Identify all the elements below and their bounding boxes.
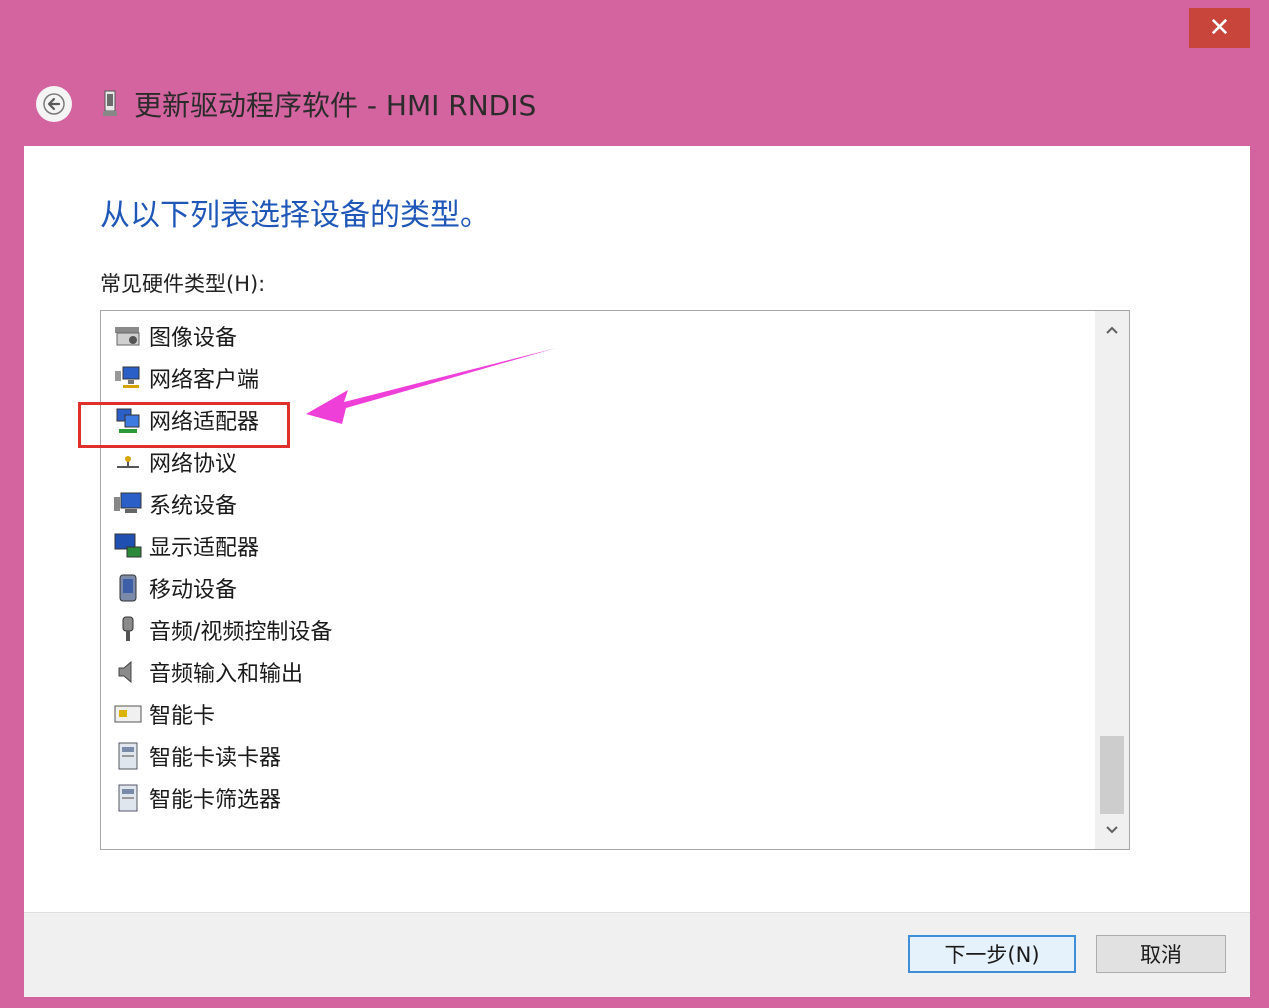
dialog-window: ✕ 更新驱动程序软件 - HMI RNDIS 从以下列表选择设备的类型。 常见硬…	[0, 0, 1269, 1008]
list-item-label: 音频/视频控制设备	[149, 620, 333, 645]
imaging-device-icon	[115, 327, 140, 346]
hardware-type-listbox[interactable]: 图像设备 网络客户端 网络适配器 网络协议 系统设备 显示适配器 移动设备 音频…	[100, 310, 1130, 850]
smart-card-reader-icon	[118, 742, 138, 770]
instruction-heading: 从以下列表选择设备的类型。	[100, 198, 490, 233]
system-device-icon	[114, 492, 142, 513]
list-item-label: 智能卡读卡器	[149, 746, 282, 771]
scroll-up-button[interactable]	[1095, 313, 1129, 347]
smart-card-icon	[114, 705, 142, 723]
list-item-label: 智能卡筛选器	[149, 788, 282, 813]
list-item-label: 网络客户端	[149, 368, 260, 393]
scroll-down-button[interactable]	[1095, 813, 1129, 847]
network-protocol-icon	[117, 456, 139, 468]
list-item-label: 智能卡	[149, 704, 216, 729]
display-adapter-icon	[114, 533, 142, 558]
list-item-smart-card-reader[interactable]: 智能卡读卡器	[113, 735, 1083, 777]
list-item-smart-card-filter[interactable]: 智能卡筛选器	[113, 777, 1083, 819]
list-item-system-device[interactable]: 系统设备	[113, 483, 1083, 525]
list-item-audio-io[interactable]: 音频输入和输出	[113, 651, 1083, 693]
scroll-thumb[interactable]	[1100, 736, 1124, 814]
list-item-label: 显示适配器	[149, 536, 260, 561]
content-panel: 从以下列表选择设备的类型。 常见硬件类型(H): 图像设备 网络客户端 网络适配…	[24, 146, 1250, 912]
pointer-arrow-icon	[306, 348, 556, 424]
list-item-mobile-device[interactable]: 移动设备	[113, 567, 1083, 609]
title-bar: 更新驱动程序软件 - HMI RNDIS	[28, 80, 928, 128]
list-item-label: 图像设备	[149, 326, 238, 351]
network-client-icon	[115, 366, 140, 388]
audio-io-icon	[118, 660, 132, 684]
list-item-av-control-device[interactable]: 音频/视频控制设备	[113, 609, 1083, 651]
list-item-label: 系统设备	[149, 494, 238, 519]
list-item-label: 移动设备	[149, 578, 238, 603]
cancel-button[interactable]: 取消	[1096, 935, 1226, 973]
window-title: 更新驱动程序软件 - HMI RNDIS	[134, 89, 537, 122]
list-item-label: 网络协议	[149, 452, 238, 477]
list-item-smart-card[interactable]: 智能卡	[113, 693, 1083, 735]
mobile-device-icon	[119, 574, 137, 602]
av-control-device-icon	[122, 616, 134, 641]
list-item-display-adapter[interactable]: 显示适配器	[113, 525, 1083, 567]
list-item-label: 音频输入和输出	[149, 662, 304, 687]
chevron-down-icon	[1106, 826, 1118, 834]
dialog-footer: 下一步(N) 取消	[24, 912, 1250, 997]
listbox-scrollbar[interactable]	[1095, 311, 1129, 849]
list-item-network-client[interactable]: 网络客户端	[113, 357, 1083, 399]
chevron-up-icon	[1106, 326, 1118, 334]
back-button[interactable]	[36, 86, 72, 122]
back-arrow-icon	[43, 93, 65, 115]
highlight-box	[78, 402, 290, 448]
list-item-imaging-device[interactable]: 图像设备	[113, 315, 1083, 357]
next-button[interactable]: 下一步(N)	[908, 935, 1076, 973]
hardware-list-label: 常见硬件类型(H):	[100, 272, 266, 296]
hardware-type-list: 图像设备 网络客户端 网络适配器 网络协议 系统设备 显示适配器 移动设备 音频…	[113, 315, 1083, 819]
smart-card-filter-icon	[118, 784, 138, 812]
usb-device-icon	[103, 90, 117, 116]
close-button[interactable]: ✕	[1189, 8, 1250, 48]
